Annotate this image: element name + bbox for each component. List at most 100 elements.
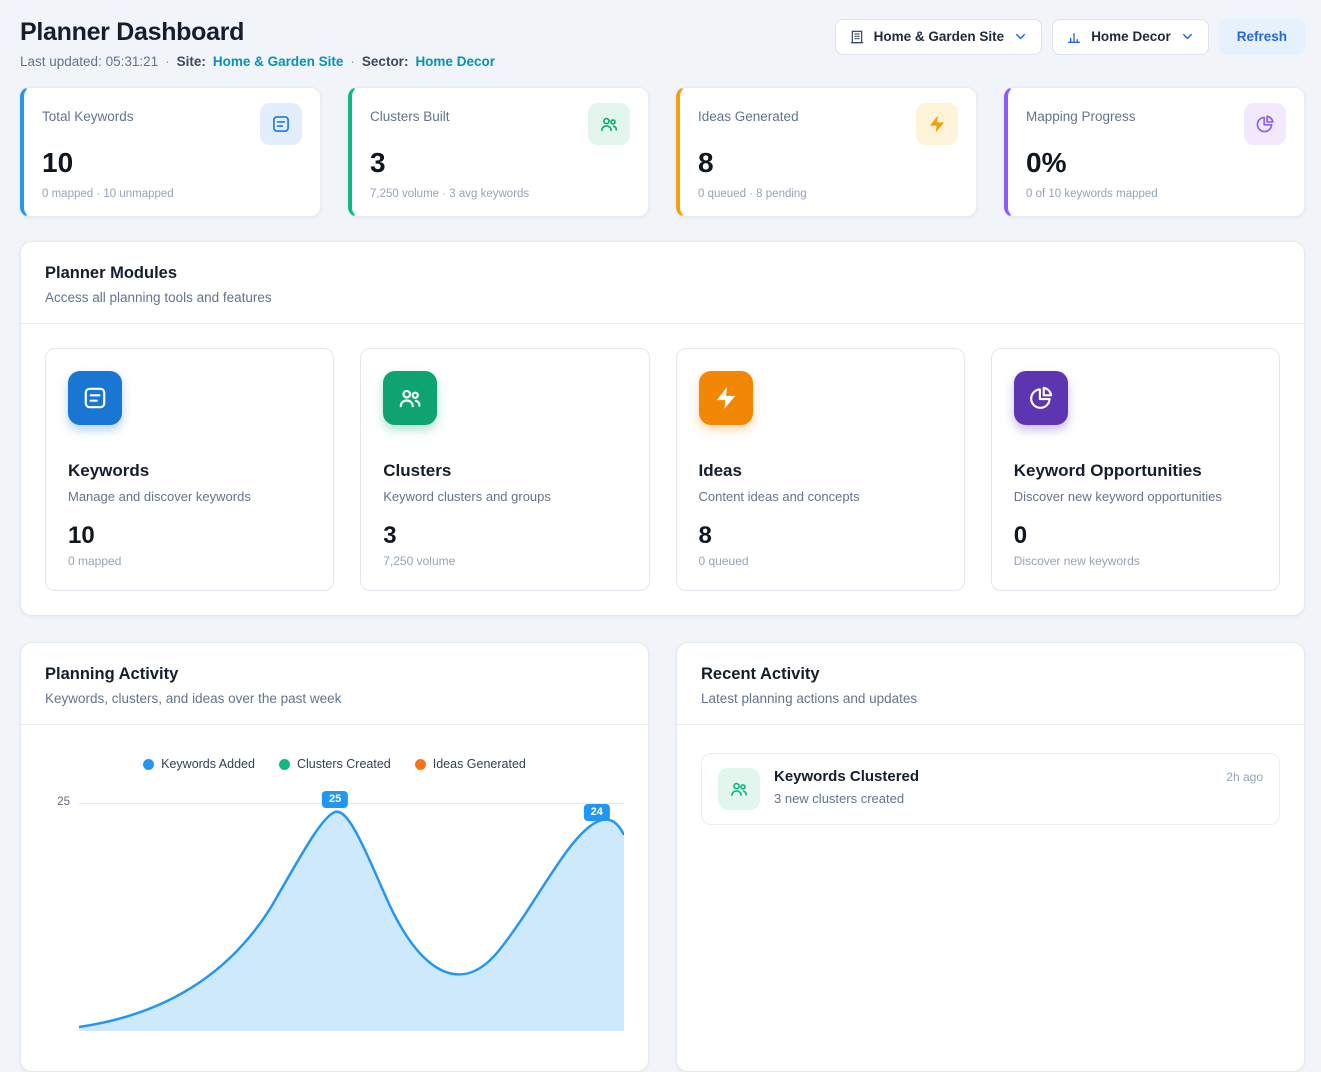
sector-label: Sector: — [362, 54, 409, 69]
module-value: 3 — [383, 522, 626, 550]
page-header-left: Planner Dashboard Last updated: 05:31:21… — [20, 18, 495, 69]
modules-grid: Keywords Manage and discover keywords 10… — [21, 324, 1304, 615]
recent-item-main: Keywords Clustered 3 new clusters create… — [774, 768, 1212, 806]
module-title: Clusters — [383, 461, 626, 481]
legend-dot-orange — [415, 759, 426, 770]
stats-row: Total Keywords 10 0 mapped · 10 unmapped… — [20, 87, 1305, 217]
stat-card-mapping-progress: Mapping Progress 0% 0 of 10 keywords map… — [1004, 87, 1305, 217]
module-description: Manage and discover keywords — [68, 489, 311, 504]
users-icon — [588, 103, 630, 145]
legend-item-keywords-added: Keywords Added — [143, 757, 255, 771]
recent-activity-body: Keywords Clustered 3 new clusters create… — [677, 725, 1304, 853]
pie-chart-icon — [1014, 371, 1068, 425]
module-detail: 0 mapped — [68, 554, 311, 568]
stat-card-ideas-generated: Ideas Generated 8 0 queued · 8 pending — [676, 87, 977, 217]
bar-chart-icon — [1066, 29, 1082, 45]
module-description: Keyword clusters and groups — [383, 489, 626, 504]
module-card-keyword-opportunities[interactable]: Keyword Opportunities Discover new keywo… — [991, 348, 1280, 591]
module-value: 0 — [1014, 522, 1257, 550]
site-dropdown-label: Home & Garden Site — [874, 29, 1005, 44]
stat-card-clusters-built: Clusters Built 3 7,250 volume · 3 avg ke… — [348, 87, 649, 217]
chart-plot-area: 25 24 — [79, 791, 624, 1031]
legend-label: Ideas Generated — [433, 757, 526, 771]
panel-subtitle: Keywords, clusters, and ideas over the p… — [45, 691, 624, 706]
legend-label: Clusters Created — [297, 757, 391, 771]
list-icon — [68, 371, 122, 425]
planning-activity-header: Planning Activity Keywords, clusters, an… — [21, 643, 648, 725]
panel-title: Planner Modules — [45, 264, 1280, 283]
separator-dot: · — [165, 54, 170, 69]
recent-item-description: 3 new clusters created — [774, 791, 1212, 806]
bolt-icon — [916, 103, 958, 145]
stat-detail: 0 mapped · 10 unmapped — [42, 188, 302, 200]
planner-modules-panel: Planner Modules Access all planning tool… — [20, 241, 1305, 616]
stat-value: 0% — [1026, 147, 1286, 179]
chevron-down-icon — [1013, 29, 1028, 44]
list-icon — [260, 103, 302, 145]
keywords-added-area-series — [79, 791, 624, 1031]
page-subtitle: Last updated: 05:31:21 · Site: Home & Ga… — [20, 54, 495, 69]
stat-detail: 0 of 10 keywords mapped — [1026, 188, 1286, 200]
page-header: Planner Dashboard Last updated: 05:31:21… — [20, 18, 1305, 69]
recent-activity-header: Recent Activity Latest planning actions … — [677, 643, 1304, 725]
legend-item-ideas-generated: Ideas Generated — [415, 757, 526, 771]
recent-item-title: Keywords Clustered — [774, 768, 1212, 785]
module-value: 8 — [699, 522, 942, 550]
module-detail: 7,250 volume — [383, 554, 626, 568]
panel-title: Planning Activity — [45, 665, 624, 684]
planning-activity-panel: Planning Activity Keywords, clusters, an… — [20, 642, 649, 1072]
last-updated-text: Last updated: 05:31:21 — [20, 54, 158, 69]
legend-dot-green — [279, 759, 290, 770]
module-card-keywords[interactable]: Keywords Manage and discover keywords 10… — [45, 348, 334, 591]
module-value: 10 — [68, 522, 311, 550]
users-icon — [718, 768, 760, 810]
data-point-label: 25 — [322, 791, 348, 808]
stat-value: 8 — [698, 147, 958, 179]
header-controls: Home & Garden Site Home Decor Refresh — [835, 18, 1305, 55]
planner-dashboard-page: Planner Dashboard Last updated: 05:31:21… — [0, 0, 1321, 832]
module-card-ideas[interactable]: Ideas Content ideas and concepts 8 0 que… — [676, 348, 965, 591]
recent-item-timestamp: 2h ago — [1226, 768, 1263, 784]
refresh-button[interactable]: Refresh — [1219, 18, 1305, 55]
y-tick-label: 25 — [45, 796, 70, 808]
site-link[interactable]: Home & Garden Site — [213, 54, 344, 69]
site-dropdown[interactable]: Home & Garden Site — [835, 19, 1043, 55]
separator-dot: · — [350, 54, 355, 69]
module-title: Keywords — [68, 461, 311, 481]
building-icon — [849, 29, 865, 45]
recent-activity-item[interactable]: Keywords Clustered 3 new clusters create… — [701, 753, 1280, 825]
module-detail: Discover new keywords — [1014, 554, 1257, 568]
module-detail: 0 queued — [699, 554, 942, 568]
data-point-label: 24 — [584, 804, 610, 821]
chart-y-axis: 25 — [45, 791, 79, 1031]
module-card-clusters[interactable]: Clusters Keyword clusters and groups 3 7… — [360, 348, 649, 591]
panel-subtitle: Latest planning actions and updates — [701, 691, 1280, 706]
stat-label: Ideas Generated — [698, 103, 799, 124]
stat-value: 10 — [42, 147, 302, 179]
stat-detail: 0 queued · 8 pending — [698, 188, 958, 200]
chevron-down-icon — [1180, 29, 1195, 44]
stat-label: Clusters Built — [370, 103, 450, 124]
stat-card-total-keywords: Total Keywords 10 0 mapped · 10 unmapped — [20, 87, 321, 217]
area-chart: 25 25 24 — [45, 791, 624, 1031]
panel-subtitle: Access all planning tools and features — [45, 290, 1280, 305]
sector-dropdown-label: Home Decor — [1091, 29, 1171, 44]
recent-activity-panel: Recent Activity Latest planning actions … — [676, 642, 1305, 1072]
chart-legend: Keywords Added Clusters Created Ideas Ge… — [45, 757, 624, 771]
module-description: Content ideas and concepts — [699, 489, 942, 504]
stat-label: Mapping Progress — [1026, 103, 1136, 124]
sector-dropdown[interactable]: Home Decor — [1052, 19, 1209, 55]
sector-link[interactable]: Home Decor — [415, 54, 495, 69]
bolt-icon — [699, 371, 753, 425]
pie-chart-icon — [1244, 103, 1286, 145]
stat-label: Total Keywords — [42, 103, 134, 124]
panel-title: Recent Activity — [701, 665, 1280, 684]
users-icon — [383, 371, 437, 425]
module-title: Ideas — [699, 461, 942, 481]
module-title: Keyword Opportunities — [1014, 461, 1257, 481]
stat-detail: 7,250 volume · 3 avg keywords — [370, 188, 630, 200]
planning-activity-body: Keywords Added Clusters Created Ideas Ge… — [21, 725, 648, 1051]
module-description: Discover new keyword opportunities — [1014, 489, 1257, 504]
site-label: Site: — [177, 54, 206, 69]
legend-item-clusters-created: Clusters Created — [279, 757, 391, 771]
